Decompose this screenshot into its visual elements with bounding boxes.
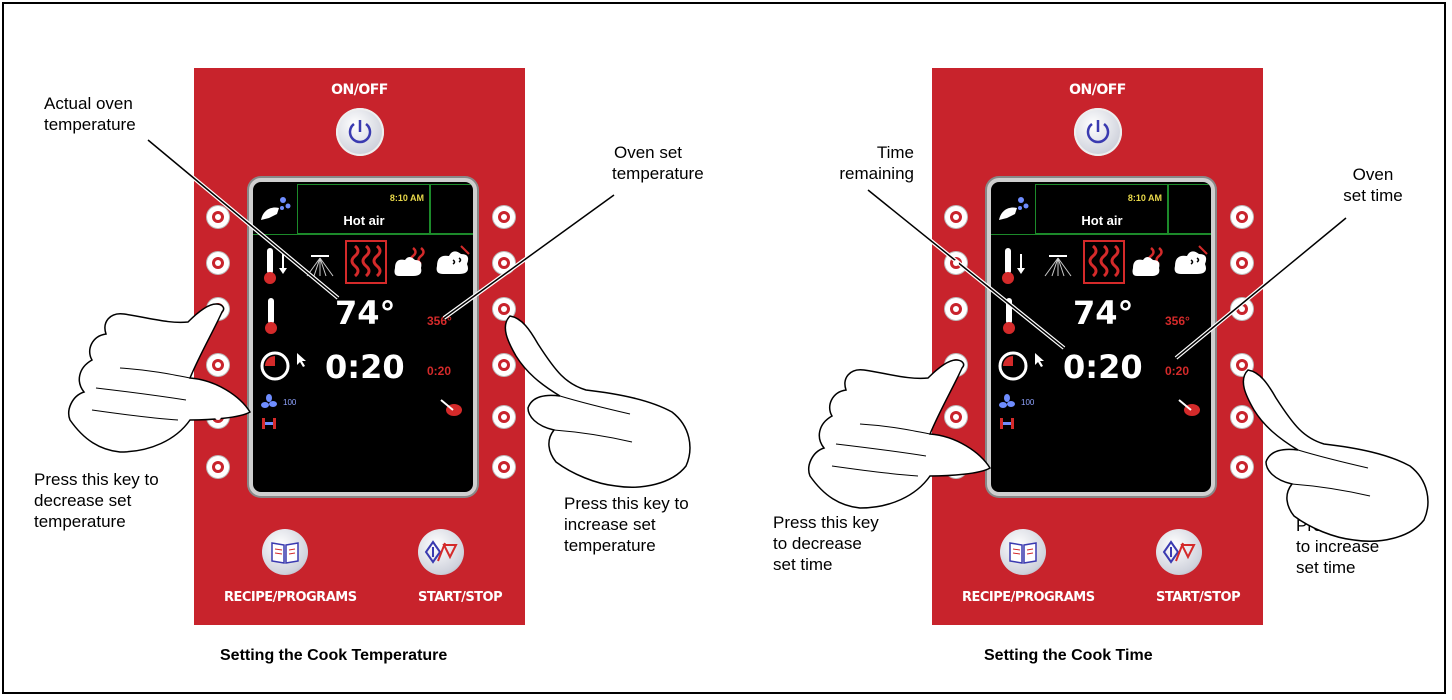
figure-cook-time: ON/OFF 8:10 AM Hot air 74° 356° 0:20 0:2… <box>726 0 1452 700</box>
figure-cook-temperature: ON/OFF 8:10 AM Hot air 74° 356° 0:20 0:2… <box>0 0 726 700</box>
pointing-hand-left <box>808 359 992 509</box>
leader-line-remaining <box>867 189 1065 349</box>
leader-line-set <box>443 194 615 319</box>
pointing-hand-right <box>1242 369 1429 542</box>
pointing-hand-right <box>504 315 691 488</box>
leader-line-actual <box>147 139 339 299</box>
left-figure-overlay <box>68 138 691 488</box>
leader-line-set-time <box>1175 217 1347 359</box>
right-figure-overlay <box>808 188 1429 542</box>
pointing-hand-left <box>68 303 252 453</box>
